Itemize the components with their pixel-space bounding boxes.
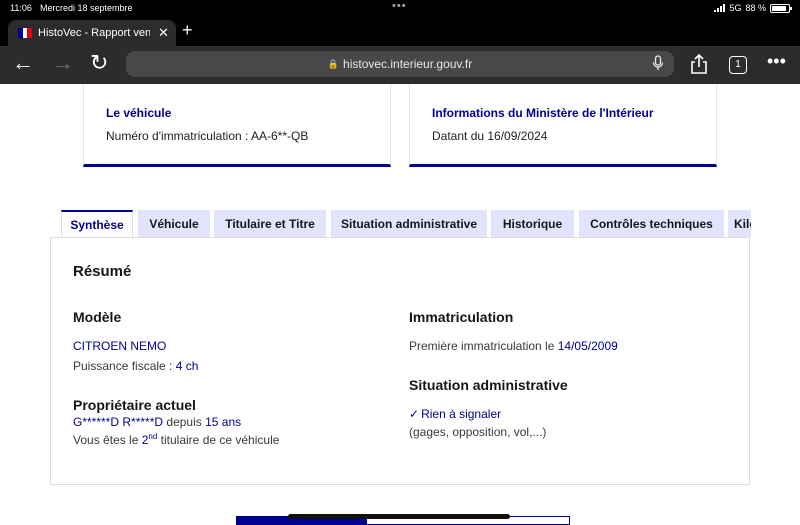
tab-count-button[interactable]: 1 <box>729 56 747 74</box>
summary-title: Résumé <box>73 263 132 280</box>
browser-tab-title: HistoVec - Rapport vendeur <box>38 27 150 39</box>
share-icon[interactable] <box>690 53 708 81</box>
multitask-dots-icon[interactable]: ••• <box>392 0 407 12</box>
model-heading: Modèle <box>73 309 122 325</box>
tab-vehicule[interactable]: Véhicule <box>138 210 210 238</box>
new-tab-icon[interactable]: + <box>182 20 193 41</box>
status-bar: 11:06 Mercredi 18 septembre ••• 5G 88 % <box>0 0 800 16</box>
admin-status-value: Rien à signaler <box>421 407 502 421</box>
vehicle-card-value: Numéro d'immatriculation : AA-6**-QB <box>106 129 309 143</box>
owner-name: G******D R*****D <box>73 415 164 429</box>
admin-status-detail: (gages, opposition, vol,...) <box>409 425 547 439</box>
summary-panel: Résumé Modèle CITROEN NEMO Puissance fis… <box>50 237 750 485</box>
owner-since-label: depuis <box>166 415 202 429</box>
vehicle-card-heading: Le véhicule <box>106 106 172 120</box>
more-icon[interactable]: ••• <box>767 51 786 72</box>
vehicle-card: Le véhicule Numéro d'immatriculation : A… <box>83 84 391 167</box>
tab-situation[interactable]: Situation administrative <box>331 210 487 238</box>
first-registration-label: Première immatriculation le <box>409 339 555 353</box>
fiscal-power: Puissance fiscale : 4 ch <box>73 359 198 373</box>
reload-icon[interactable]: ↻ <box>90 50 108 76</box>
tab-titulaire[interactable]: Titulaire et Titre <box>214 210 326 238</box>
first-registration: Première immatriculation le 14/05/2009 <box>409 339 618 353</box>
url-text: histovec.interieur.gouv.fr <box>343 57 473 71</box>
ministry-card: Informations du Ministère de l'Intérieur… <box>409 84 717 167</box>
owner-rank-suffix: titulaire de ce véhicule <box>160 433 280 447</box>
tab-kilometrage[interactable]: Kilométrage <box>728 210 751 238</box>
tab-controles[interactable]: Contrôles techniques <box>579 210 724 238</box>
fiscal-power-label: Puissance fiscale : <box>73 359 173 373</box>
owner-rank-prefix: Vous êtes le <box>73 433 139 447</box>
status-right: 5G 88 % <box>714 3 792 13</box>
address-bar[interactable]: 🔒 histovec.interieur.gouv.fr <box>126 51 674 77</box>
ministry-card-heading: Informations du Ministère de l'Intérieur <box>432 106 654 120</box>
owner-rank-sup: nd <box>148 432 158 441</box>
fiscal-power-value: 4 ch <box>175 359 199 373</box>
lock-icon: 🔒 <box>327 58 340 69</box>
browser-tab[interactable]: HistoVec - Rapport vendeur ✕ <box>8 20 176 46</box>
home-indicator[interactable] <box>288 514 510 519</box>
tab-synthese[interactable]: Synthèse <box>61 210 133 238</box>
battery-icon <box>770 3 792 13</box>
french-flag-icon <box>18 28 33 38</box>
close-tab-icon[interactable]: ✕ <box>158 25 169 41</box>
owner-line: G******D R*****D depuis 15 ans <box>73 415 241 429</box>
tab-historique[interactable]: Historique <box>491 210 574 238</box>
signal-icon <box>714 4 726 12</box>
model-name: CITROEN NEMO <box>73 339 167 353</box>
owner-rank-number: 2nd <box>142 432 158 447</box>
browser-tab-strip: HistoVec - Rapport vendeur ✕ + <box>0 16 800 46</box>
registration-heading: Immatriculation <box>409 309 514 325</box>
network-label: 5G <box>729 3 742 13</box>
status-date: Mercredi 18 septembre <box>40 3 133 13</box>
admin-status-heading: Situation administrative <box>409 377 568 393</box>
forward-icon[interactable]: → <box>52 50 74 76</box>
back-icon[interactable]: ← <box>12 50 34 76</box>
battery-fill <box>772 5 787 11</box>
first-registration-date: 14/05/2009 <box>557 339 618 353</box>
page-content: Le véhicule Numéro d'immatriculation : A… <box>0 84 800 525</box>
owner-heading: Propriétaire actuel <box>73 397 196 413</box>
microphone-icon[interactable] <box>652 55 664 74</box>
battery-percent: 88 % <box>745 3 766 13</box>
ministry-card-value: Datant du 16/09/2024 <box>432 129 548 143</box>
browser-toolbar: ← → ↻ 🔒 histovec.interieur.gouv.fr 1 ••• <box>0 46 800 84</box>
owner-rank: Vous êtes le 2nd titulaire de ce véhicul… <box>73 432 279 447</box>
status-time: 11:06 <box>10 3 32 13</box>
check-icon: ✓ <box>409 407 420 421</box>
admin-status-line: ✓ Rien à signaler <box>409 407 501 421</box>
report-tabs: Synthèse Véhicule Titulaire et Titre Sit… <box>61 210 751 238</box>
owner-since-value: 15 ans <box>205 415 242 429</box>
